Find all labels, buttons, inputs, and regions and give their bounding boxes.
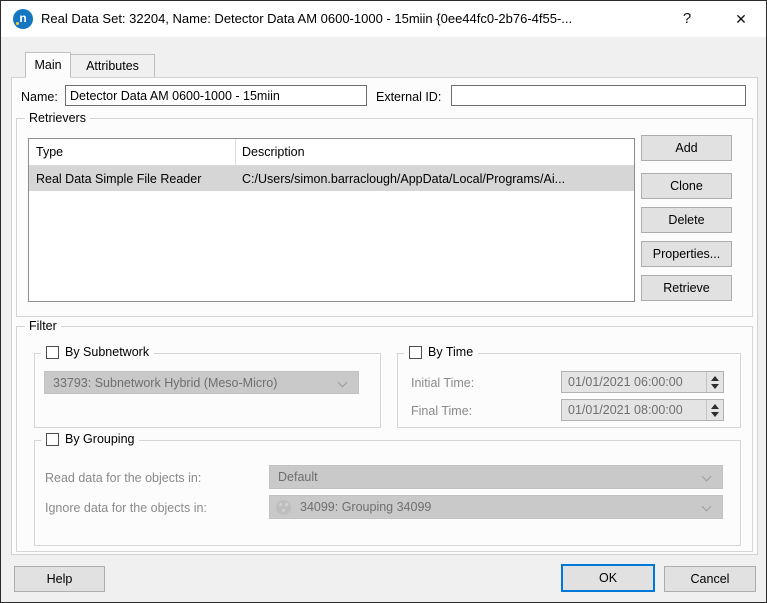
properties-button[interactable]: Properties... [641,241,732,267]
filter-legend: Filter [25,319,61,333]
retrievers-table: Type Description Real Data Simple File R… [28,138,635,302]
spinner-icon [706,400,723,420]
tab-attributes[interactable]: Attributes [70,54,155,78]
app-icon-dot [16,22,19,25]
delete-button[interactable]: Delete [641,207,732,233]
window-title: Real Data Set: 32204, Name: Detector Dat… [41,11,573,26]
final-time-value: 01/01/2021 08:00:00 [568,403,683,417]
by-grouping-checkbox[interactable] [46,432,59,446]
ignore-data-label: Ignore data for the objects in: [45,501,207,515]
subnetwork-dropdown-value: 33793: Subnetwork Hybrid (Meso-Micro) [53,375,278,390]
cancel-button[interactable]: Cancel [664,566,756,592]
by-time-checkbox[interactable] [409,345,422,359]
by-time-label: By Time [428,345,474,359]
clone-button[interactable]: Clone [641,173,732,199]
spin-down-icon [711,383,719,389]
read-data-dropdown-value: Default [278,470,318,484]
by-subnetwork-label: By Subnetwork [65,345,150,359]
column-header-description[interactable]: Description [242,139,305,166]
initial-time-value: 01/01/2021 06:00:00 [568,375,683,389]
ignore-data-dropdown: 34099: Grouping 34099 [269,495,723,519]
ignore-data-dropdown-value: 34099: Grouping 34099 [300,500,432,514]
grouping-icon [276,499,291,515]
app-icon: n [13,9,33,29]
spin-up-icon [711,403,719,409]
chevron-down-icon [701,471,712,482]
name-label: Name: [21,90,58,104]
external-id-label: External ID: [376,90,442,104]
name-input[interactable] [65,85,367,106]
retrieve-button[interactable]: Retrieve [641,275,732,301]
help-titlebar-button[interactable]: ? [665,1,709,37]
app-icon-letter: n [19,11,27,25]
cell-type: Real Data Simple File Reader [36,171,202,186]
chevron-down-icon [701,501,712,512]
spin-down-icon [711,411,719,417]
help-button[interactable]: Help [14,566,105,592]
retrievers-legend: Retrievers [25,111,90,125]
add-button[interactable]: Add [641,135,732,161]
table-row[interactable]: Real Data Simple File Reader C:/Users/si… [29,166,634,191]
spin-up-icon [711,375,719,381]
subnetwork-dropdown: 33793: Subnetwork Hybrid (Meso-Micro) [44,371,359,394]
final-time-spinbox: 01/01/2021 08:00:00 [561,399,724,421]
column-divider [235,139,236,166]
chevron-down-icon [337,377,348,388]
initial-time-spinbox: 01/01/2021 06:00:00 [561,371,724,393]
by-grouping-groupbox: By Grouping [34,432,741,546]
tab-main[interactable]: Main [25,52,71,78]
real-data-set-dialog: n Real Data Set: 32204, Name: Detector D… [0,0,767,603]
external-id-input[interactable] [451,85,746,106]
cell-description: C:/Users/simon.barraclough/AppData/Local… [242,171,566,186]
column-header-type[interactable]: Type [36,139,63,166]
close-icon[interactable]: ✕ [717,1,765,37]
initial-time-label: Initial Time: [411,376,475,390]
spinner-icon [706,372,723,392]
by-subnetwork-checkbox[interactable] [46,345,59,359]
final-time-label: Final Time: [411,404,473,418]
ok-button[interactable]: OK [561,564,655,592]
read-data-dropdown: Default [269,465,723,489]
retrievers-table-header: Type Description [29,139,634,166]
by-grouping-label: By Grouping [65,432,135,446]
read-data-label: Read data for the objects in: [45,471,202,485]
title-bar[interactable]: n Real Data Set: 32204, Name: Detector D… [1,1,766,37]
